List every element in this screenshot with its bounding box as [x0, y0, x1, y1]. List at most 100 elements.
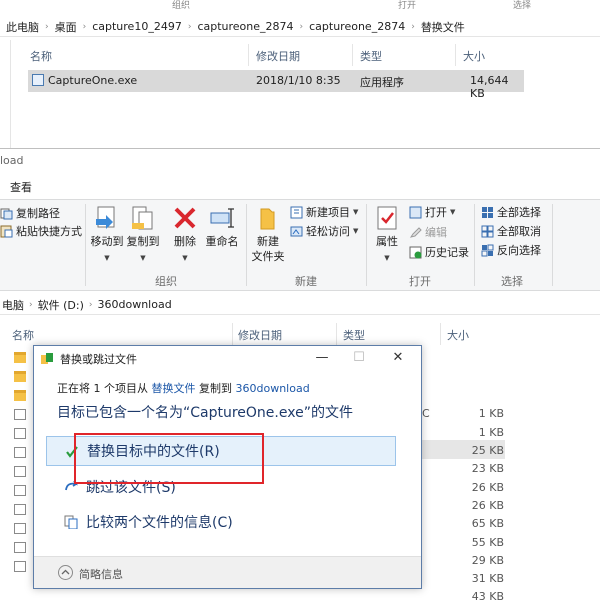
copy-path-icon: [0, 207, 13, 220]
label: 粘贴快捷方式: [16, 225, 82, 238]
file-icon: [14, 561, 26, 572]
file-icon: [14, 409, 26, 420]
file-size: 1 KB: [478, 426, 504, 439]
easy-access-button[interactable]: 轻松访问 ▼: [290, 223, 358, 239]
file-icon: [14, 542, 26, 553]
group-label-open: 打开: [409, 275, 431, 288]
select-all-icon: [481, 206, 494, 219]
paste-shortcut-icon: [0, 225, 13, 238]
history-button[interactable]: 历史记录: [409, 244, 469, 260]
file-row-captureone[interactable]: CaptureOne.exe 2018/1/10 8:35 应用程序 14,64…: [28, 70, 524, 100]
breadcrumb-item[interactable]: captureone_2874: [197, 20, 293, 33]
column-header-date[interactable]: 修改日期: [256, 48, 300, 64]
maximize-button[interactable]: ☐: [344, 348, 374, 368]
breadcrumb-item[interactable]: capture10_2497: [92, 20, 182, 33]
group-label: 选择: [513, 1, 532, 11]
breadcrumb-item[interactable]: 电脑: [2, 297, 24, 313]
close-button[interactable]: ✕: [383, 348, 413, 368]
label: 新建项目: [306, 206, 350, 219]
conflict-heading: 目标已包含一个名为“CaptureOne.exe”的文件: [57, 405, 353, 421]
file-icon: [14, 428, 26, 439]
select-none-button[interactable]: 全部取消: [481, 223, 541, 239]
rename-button[interactable]: 重命名: [203, 205, 241, 249]
breadcrumb-item[interactable]: 360download: [97, 298, 171, 311]
minimize-button[interactable]: —: [307, 348, 337, 368]
source-folder-link[interactable]: 替换文件: [152, 382, 196, 395]
invert-selection-button[interactable]: 反向选择: [481, 242, 541, 258]
compare-files-option[interactable]: 比较两个文件的信息(C): [46, 507, 396, 537]
background-ribbon-labels: 组织 打开 选择: [0, 0, 600, 11]
file-size: 25 KB: [471, 444, 504, 457]
label: 复制路径: [16, 207, 60, 220]
file-icon: [14, 466, 26, 477]
status-text: 复制到: [199, 382, 232, 395]
column-header-name[interactable]: 名称: [12, 327, 34, 343]
paste-shortcut-button[interactable]: 粘贴快捷方式: [0, 223, 82, 239]
breadcrumb-item[interactable]: 软件 (D:): [38, 297, 84, 313]
tab-view[interactable]: 查看: [10, 179, 32, 195]
folder-icon: [14, 352, 26, 363]
breadcrumb-item[interactable]: 此电脑: [6, 19, 39, 35]
open-button[interactable]: 打开 ▼: [409, 204, 455, 220]
label: 打开: [425, 206, 447, 219]
breadcrumb-item[interactable]: 桌面: [55, 19, 77, 35]
ribbon: 复制路径 粘贴快捷方式 移动到▼ 复制到▼ 删除▼ 重命名 新建 文件夹: [0, 199, 600, 291]
column-header-type[interactable]: 类型: [360, 48, 382, 64]
breadcrumb-item[interactable]: captureone_2874: [309, 20, 405, 33]
label: 编辑: [425, 226, 447, 239]
file-type: 应用程序: [360, 76, 404, 89]
destination-folder-link[interactable]: 360download: [236, 382, 310, 395]
open-icon: [409, 206, 422, 219]
file-icon: [14, 447, 26, 458]
properties-button[interactable]: 属性 ▼: [372, 205, 402, 266]
file-size: 31 KB: [471, 572, 504, 585]
file-size: 26 KB: [471, 499, 504, 512]
column-header-name[interactable]: 名称: [30, 48, 52, 64]
nav-pane-divider: [10, 40, 11, 148]
copy-to-button[interactable]: 复制到 ▼: [126, 205, 160, 266]
maximize-icon: ☐: [353, 350, 365, 365]
status-text: 正在将 1 个项目从: [57, 382, 148, 395]
move-to-button[interactable]: 移动到 ▼: [90, 205, 124, 266]
label: 属性: [376, 235, 398, 248]
label: 轻松访问: [306, 225, 350, 238]
fewer-details-toggle[interactable]: 简略信息: [79, 566, 123, 582]
close-icon: ✕: [392, 350, 404, 365]
label: 复制到: [126, 235, 160, 248]
background-explorer-window: 组织 打开 选择 此电脑 › 桌面 › capture10_2497 › captur…: [0, 0, 600, 150]
edit-button[interactable]: 编辑: [409, 224, 447, 240]
move-to-icon: [94, 205, 120, 231]
file-name: CaptureOne.exe: [48, 74, 138, 87]
file-size: 55 KB: [471, 536, 504, 549]
file-date: 2018/1/10 8:35: [256, 74, 341, 87]
breadcrumb[interactable]: 电脑 › 软件 (D:) › 360download: [0, 295, 600, 315]
window-title: load: [0, 154, 24, 167]
delete-button[interactable]: 删除 ▼: [170, 205, 200, 266]
group-label-select: 选择: [501, 275, 523, 288]
column-header-type[interactable]: 类型: [343, 327, 365, 343]
label: 历史记录: [425, 246, 469, 259]
minimize-icon: —: [315, 350, 329, 365]
breadcrumb-item[interactable]: 替换文件: [421, 19, 465, 35]
annotation-highlight-box: [74, 433, 264, 484]
easy-access-icon: [290, 225, 303, 238]
select-all-button[interactable]: 全部选择: [481, 204, 541, 220]
history-icon: [409, 246, 422, 259]
breadcrumb[interactable]: 此电脑 › 桌面 › capture10_2497 › captureone_2874…: [0, 17, 600, 37]
chevron-up-icon[interactable]: [58, 565, 73, 580]
option-label: 比较两个文件的信息(C): [86, 515, 233, 531]
label: 删除: [174, 235, 196, 248]
new-folder-button[interactable]: 新建 文件夹: [250, 205, 286, 264]
file-icon: [14, 523, 26, 534]
dialog-footer: 简略信息: [34, 556, 421, 588]
column-header-size[interactable]: 大小: [463, 48, 485, 64]
label: 全部选择: [497, 206, 541, 219]
column-header-size[interactable]: 大小: [447, 327, 469, 343]
compare-icon: [64, 515, 78, 530]
partial-text: C: [422, 407, 430, 420]
new-item-button[interactable]: 新建项目 ▼: [290, 204, 358, 220]
label: 反向选择: [497, 244, 541, 257]
column-header-date[interactable]: 修改日期: [238, 327, 282, 343]
copy-path-button[interactable]: 复制路径: [0, 205, 60, 221]
group-label-organize: 组织: [155, 275, 177, 288]
